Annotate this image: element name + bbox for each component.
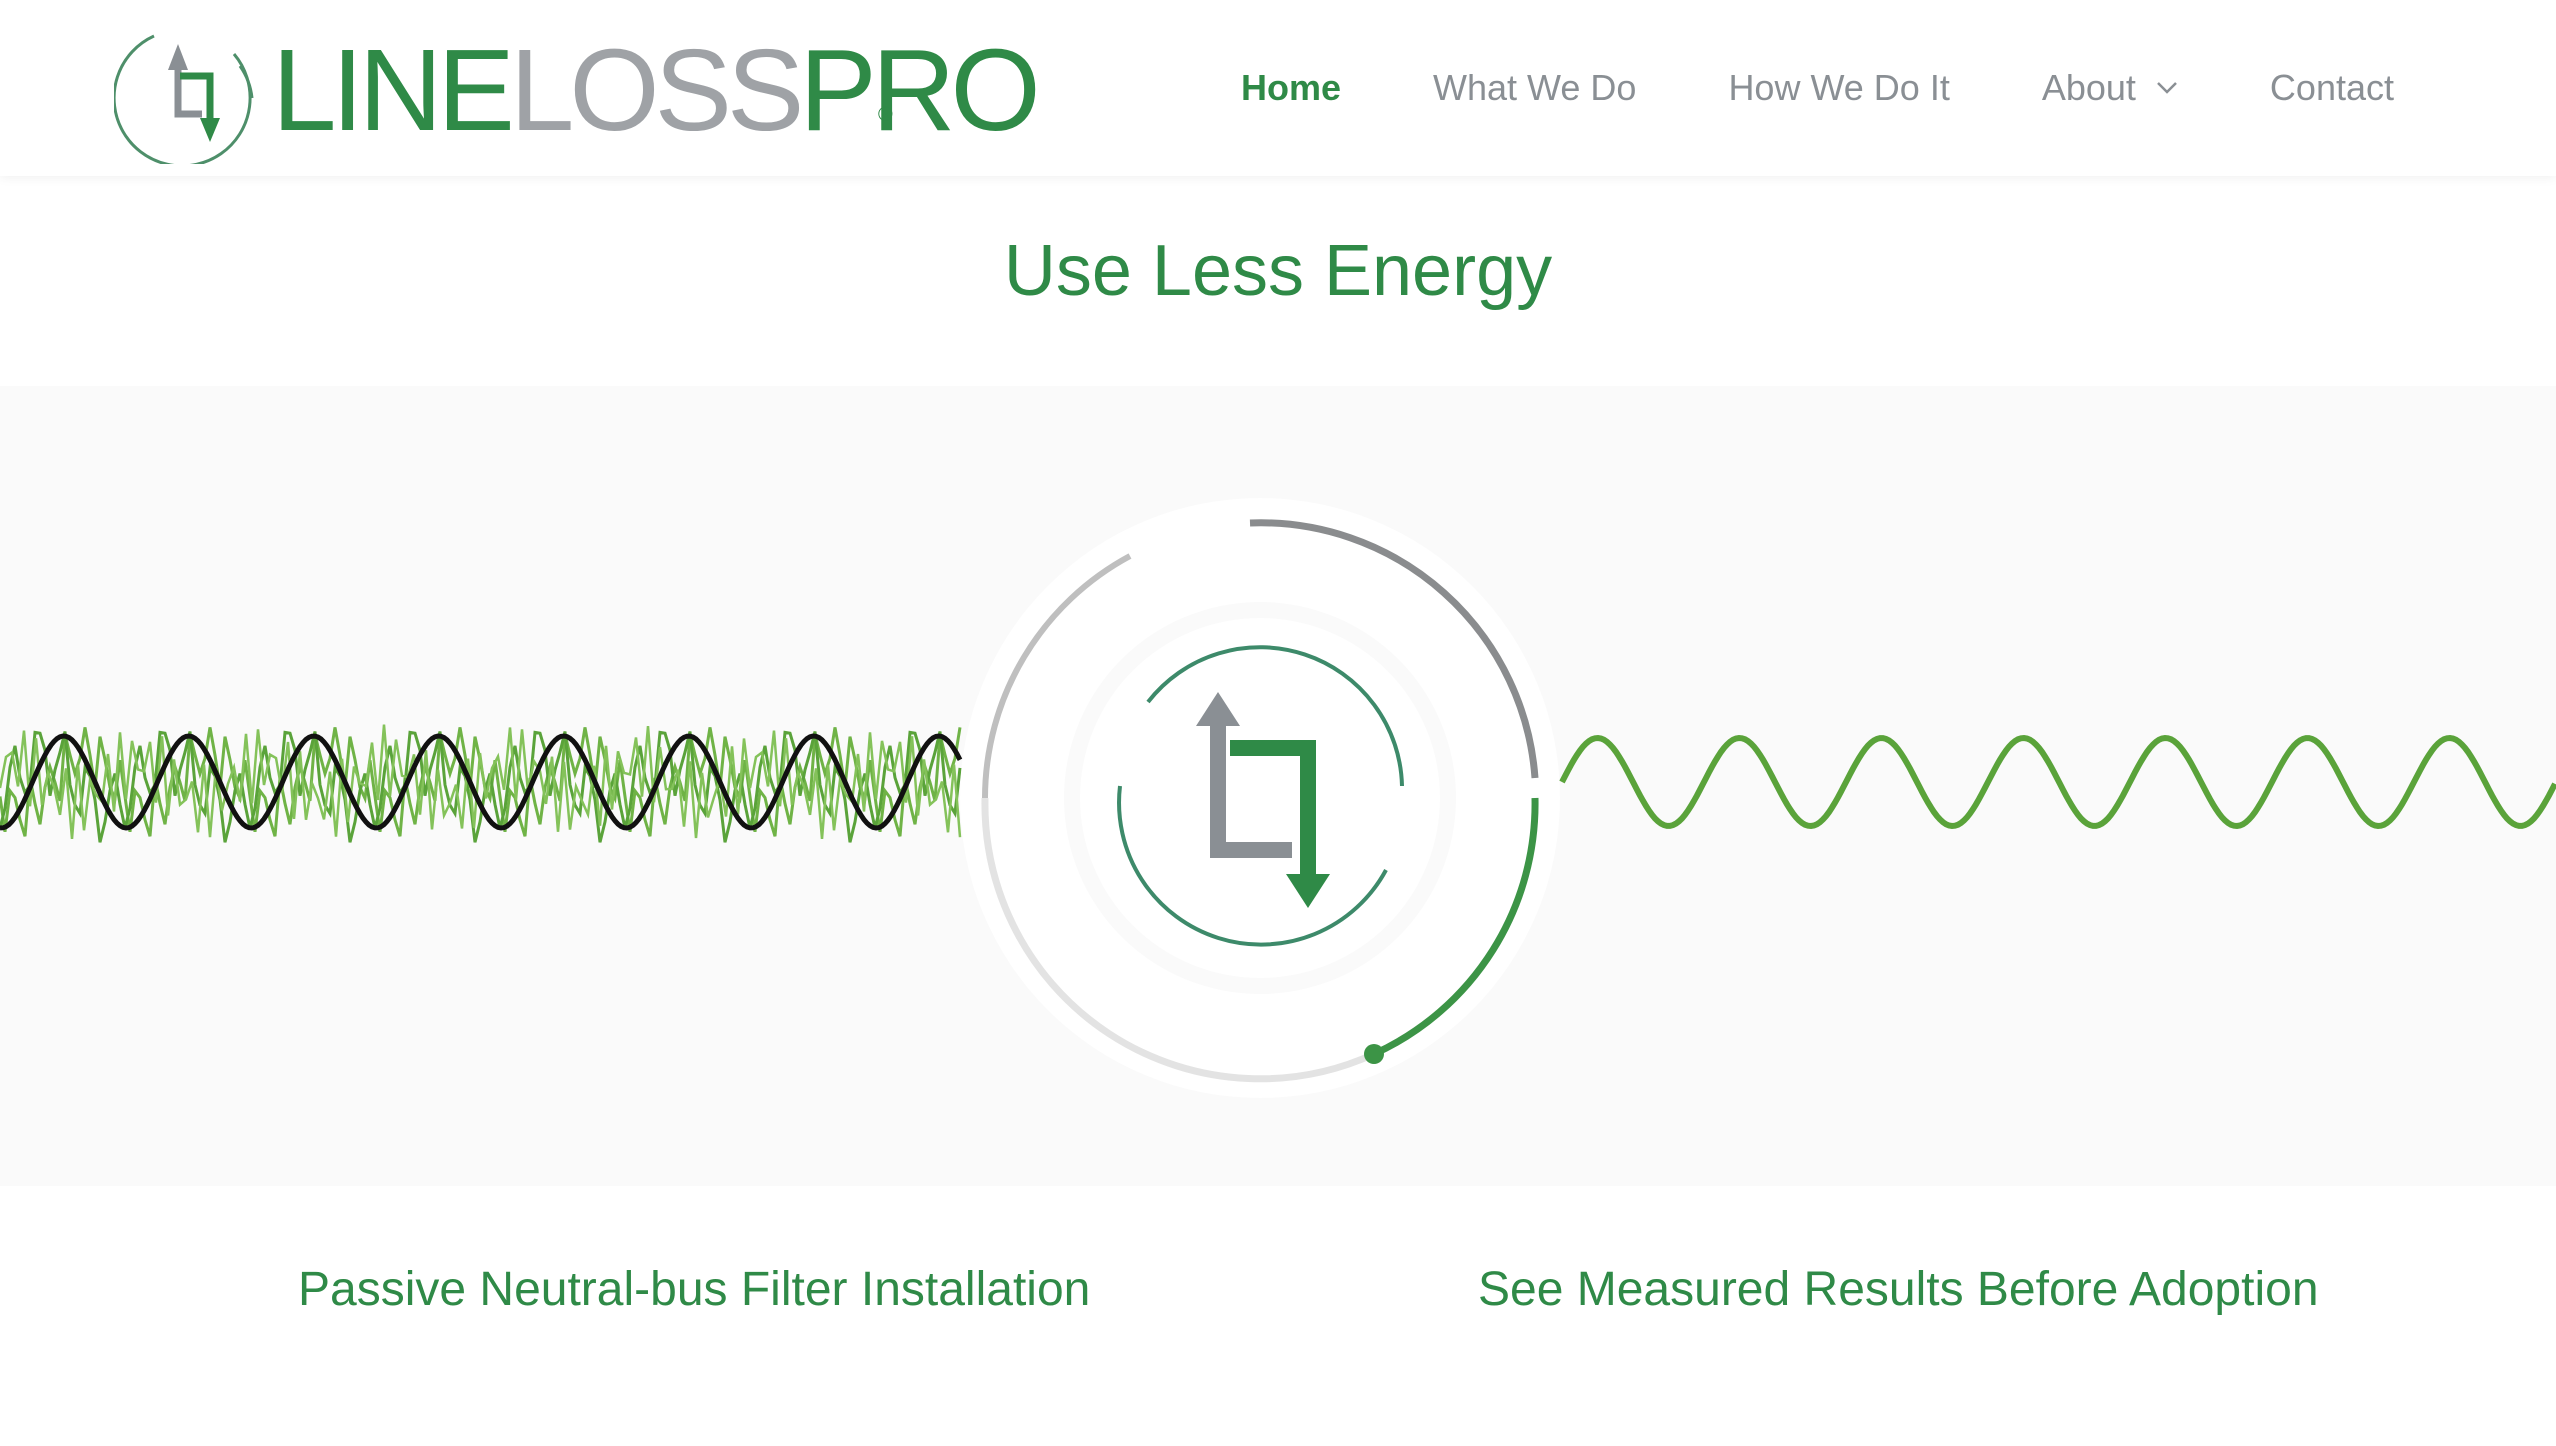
- nav-how-we-do-it-link[interactable]: How We Do It: [1728, 67, 1949, 109]
- hero-graphic: [0, 498, 2556, 1098]
- logo-wordmark: LINELOSSPRO: [272, 32, 1041, 148]
- site-header: LINELOSSPRO ® Home What We Do How We Do …: [0, 0, 2556, 176]
- logo-word-loss: LOSS: [509, 25, 804, 155]
- distorted-waveform-graphic: [0, 724, 963, 843]
- nav-what-we-do-link[interactable]: What We Do: [1433, 67, 1636, 109]
- page-headline: Use Less Energy: [1003, 231, 1553, 311]
- nav-about-label: About: [2041, 67, 2136, 108]
- main-nav: Home What We Do How We Do It About Conta…: [1241, 0, 2394, 176]
- nav-home-link[interactable]: Home: [1241, 67, 1341, 109]
- logo-word-pro: PRO: [799, 25, 1040, 155]
- hero-banner: [0, 386, 2556, 1186]
- chevron-down-icon: [2157, 82, 2177, 94]
- registered-mark: ®: [878, 104, 893, 126]
- center-dial: [960, 498, 1560, 1098]
- nav-contact-link[interactable]: Contact: [2270, 67, 2394, 109]
- feature-title-filter-installation: Passive Neutral-bus Filter Installation: [298, 1263, 1091, 1316]
- logo-word-line: LINE: [272, 25, 515, 155]
- logo-mark-icon: [114, 34, 254, 164]
- feature-title-measured-results: See Measured Results Before Adoption: [1478, 1263, 2319, 1316]
- nav-about-menu[interactable]: About: [2042, 67, 2178, 109]
- logo[interactable]: LINELOSSPRO ®: [114, 14, 1041, 164]
- clean-sine-wave-graphic: [1559, 734, 2556, 830]
